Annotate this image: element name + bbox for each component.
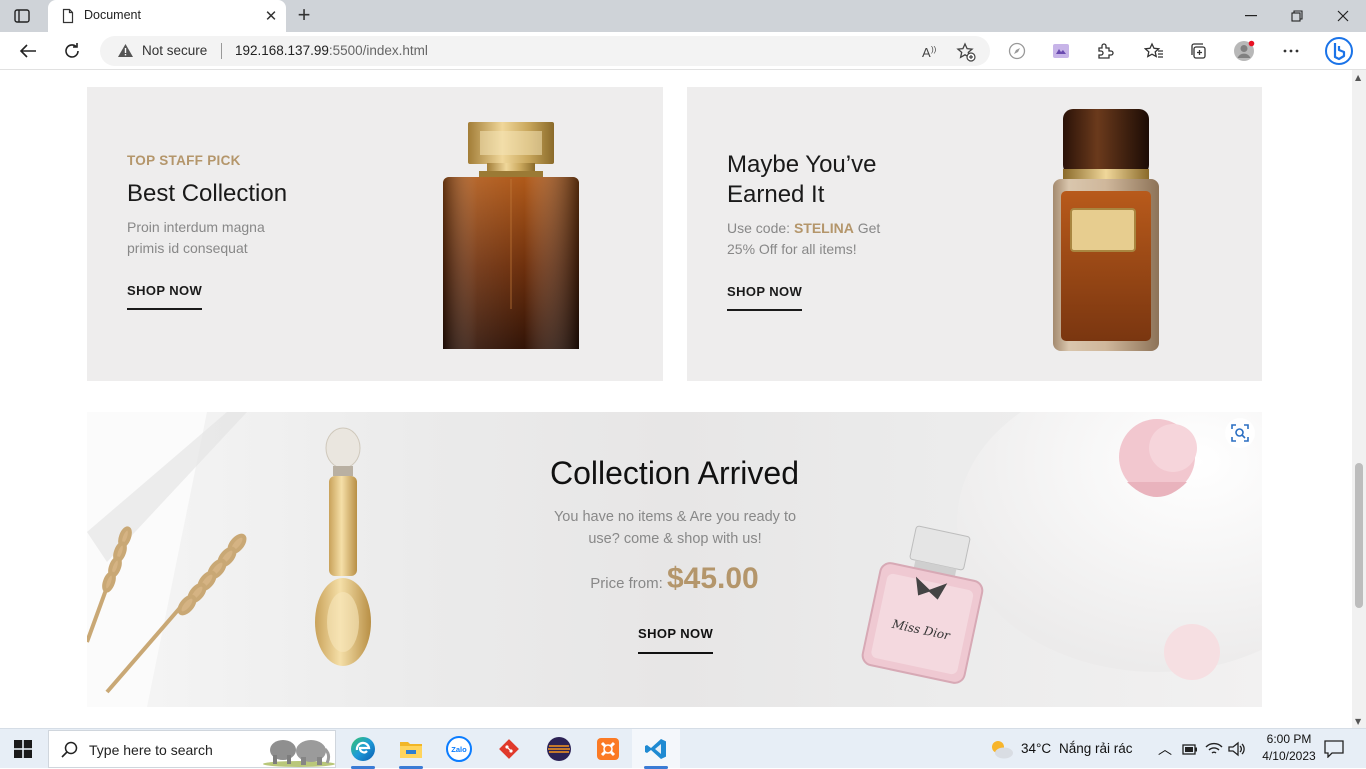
windows-taskbar: Type here to search Zalo 34°C Nắng rải r… [0,728,1366,769]
windows-start-icon[interactable] [14,740,32,758]
minimize-button[interactable] [1228,4,1274,28]
taskbar-search-placeholder: Type here to search [89,742,213,758]
back-arrow-icon[interactable] [17,40,39,62]
card-eyebrow: TOP STAFF PICK [127,153,241,168]
search-icon [61,741,79,759]
clock-time: 6:00 PM [1266,732,1312,746]
address-divider [221,43,222,59]
volume-icon[interactable] [1228,741,1246,757]
promo-card-best-collection: TOP STAFF PICK Best Collection Proin int… [87,87,663,381]
warning-icon[interactable] [117,43,135,59]
url-text[interactable]: 192.168.137.99:5500/index.html [235,43,428,58]
restore-button[interactable] [1274,4,1320,28]
document-icon [60,8,76,24]
wifi-icon[interactable] [1205,741,1223,757]
clock-date: 4/10/2023 [1262,749,1316,763]
url-path: :5500/index.html [328,43,428,58]
banner-shop-now-link[interactable]: SHOP NOW [638,626,714,654]
scroll-down-arrow-icon[interactable]: ▼ [1355,717,1361,726]
promo-code: STELINA [793,220,854,236]
show-hidden-icons-chevron-icon[interactable]: ︿ [1158,739,1172,759]
page-scrollbar[interactable]: ▲ ▼ [1352,70,1366,728]
bing-copilot-icon[interactable] [1324,36,1354,66]
shop-now-link[interactable]: SHOP NOW [127,283,203,310]
add-favorite-icon[interactable] [956,42,976,62]
banner-description: You have no items & Are you ready to use… [553,509,797,547]
battery-icon[interactable] [1182,741,1198,757]
taskbar-vscode-icon[interactable] [632,729,680,769]
collections-icon[interactable] [1187,40,1209,62]
taskbar-git-icon[interactable] [485,729,533,769]
taskbar-search-box[interactable]: Type here to search [48,730,336,768]
svg-text:)): )) [931,45,937,54]
search-highlight-elephants-image [263,740,335,767]
weather-temperature: 34°C [1021,741,1052,756]
profile-avatar-icon[interactable] [1233,40,1255,62]
address-bar[interactable]: Not secure 192.168.137.99:5500/index.htm… [100,36,990,66]
desc-prefix: Use code: [727,220,794,236]
weather-description: Nắng rải rác [1059,741,1133,756]
card-description: Use code: STELINA Get 25% Off for all it… [727,218,897,260]
extension-app-icon[interactable] [1050,40,1072,62]
page-viewport: TOP STAFF PICK Best Collection Proin int… [0,71,1352,728]
perfume-bottle-image [1053,109,1159,351]
browser-toolbar: Not secure 192.168.137.99:5500/index.htm… [0,32,1366,70]
promo-card-discount: Maybe You’ve Earned It Use code: STELINA… [687,87,1262,381]
scroll-up-arrow-icon[interactable]: ▲ [1355,73,1361,82]
collection-banner: Miss Dior Collection Arrived You have no… [87,412,1262,707]
more-options-icon[interactable] [1280,40,1302,62]
extensions-puzzle-icon[interactable] [1094,40,1116,62]
visual-search-icon[interactable] [1225,418,1255,448]
taskbar-edge-icon[interactable] [339,729,387,769]
notifications-icon[interactable] [1324,740,1344,758]
card-title: Best Collection [127,180,288,207]
price-row: Price from: $45.00 [87,562,1262,596]
refresh-icon[interactable] [61,40,83,62]
url-host: 192.168.137.99 [235,43,329,58]
card-description: Proin interdum magna primis id consequat [127,219,265,256]
price-label: Price from: [590,575,667,592]
weather-sun-cloud-icon [992,741,1013,759]
new-tab-button[interactable]: + [292,4,316,27]
taskbar-eclipse-icon[interactable] [535,729,583,769]
banner-title: Collection Arrived [550,455,799,491]
svg-text:Zalo: Zalo [451,745,467,754]
shop-now-link[interactable]: SHOP NOW [727,284,803,311]
favorites-icon[interactable] [1143,40,1165,62]
scrollbar-thumb[interactable] [1355,463,1363,608]
tab-document[interactable]: Document ✕ [48,0,286,32]
tab-close-icon[interactable]: ✕ [262,7,280,25]
taskbar-file-explorer-icon[interactable] [387,729,435,769]
browser-tab-bar: Document ✕ + [0,0,1366,32]
perfume-bottle-image [443,122,579,349]
tab-title: Document [84,8,141,22]
close-window-button[interactable] [1320,4,1366,28]
card-title-line2: Earned It [727,181,825,208]
read-aloud-icon[interactable]: A)) [920,42,940,62]
not-secure-label[interactable]: Not secure [142,43,207,58]
svg-text:A: A [922,45,931,60]
price-value: $45.00 [666,562,759,595]
taskbar-zalo-icon[interactable]: Zalo [435,729,483,769]
compass-icon[interactable] [1006,40,1028,62]
taskbar-xampp-icon[interactable] [584,729,632,769]
card-title-line1: Maybe You’ve [727,151,877,178]
tab-actions-icon[interactable] [12,7,32,25]
